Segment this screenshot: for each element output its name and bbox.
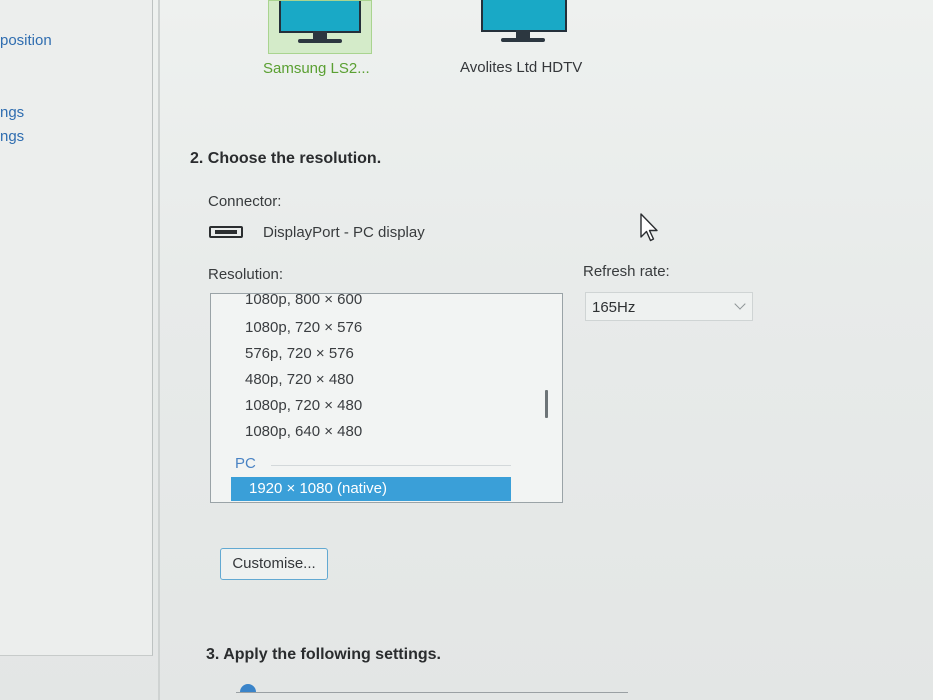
monitor-base (501, 38, 545, 42)
connector-value: DisplayPort - PC display (263, 224, 425, 241)
monitor-tile-avolites[interactable] (478, 0, 570, 52)
radio-icon[interactable] (240, 684, 256, 692)
nvidia-control-panel-page: position ngs ngs Samsung LS2... Avolites… (0, 0, 933, 700)
monitor-label-avolites[interactable]: Avolites Ltd HDTV (460, 59, 582, 76)
resolution-group-label: PC (235, 455, 256, 472)
customise-button[interactable]: Customise... (220, 548, 328, 580)
connector-label: Connector: (208, 193, 282, 210)
sidebar-link-settings-2[interactable]: ngs (0, 128, 24, 145)
refresh-rate-value: 165Hz (592, 299, 636, 316)
monitor-icon (279, 1, 361, 33)
sidebar: position ngs ngs (0, 0, 153, 656)
mouse-cursor-icon (640, 213, 658, 242)
sidebar-link-settings-1[interactable]: ngs (0, 104, 24, 121)
displayport-icon (209, 226, 243, 238)
resolution-item[interactable]: 1080p, 800 × 600 (245, 294, 362, 308)
monitor-stand (313, 31, 327, 39)
resolution-item[interactable]: 576p, 720 × 576 (245, 345, 354, 362)
group-divider (271, 465, 511, 466)
resolution-item[interactable]: 1080p, 640 × 480 (245, 423, 362, 440)
resolution-item-selected[interactable]: 1920 × 1080 (native) (231, 477, 511, 501)
resolution-list[interactable]: 1080p, 800 × 600 1080p, 720 × 576 576p, … (210, 293, 563, 503)
monitor-base (298, 39, 342, 43)
resolution-item[interactable]: 1080p, 720 × 576 (245, 319, 362, 336)
resolution-label: Resolution: (208, 266, 284, 283)
refresh-rate-label: Refresh rate: (583, 263, 670, 280)
section-heading-resolution: 2. Choose the resolution. (190, 150, 382, 167)
monitor-stand (516, 30, 530, 38)
list-scrollbar-thumb[interactable] (545, 390, 548, 418)
chevron-down-icon (734, 298, 746, 310)
sidebar-link-position[interactable]: position (0, 32, 52, 49)
pane-divider (158, 0, 160, 700)
monitor-icon (481, 0, 567, 32)
monitor-tile-samsung[interactable] (268, 0, 372, 54)
resolution-item[interactable]: 480p, 720 × 480 (245, 371, 354, 388)
section-heading-apply: 3. Apply the following settings. (206, 646, 441, 663)
refresh-rate-select[interactable]: 165Hz (585, 292, 753, 321)
section-divider (236, 692, 628, 693)
resolution-item[interactable]: 1080p, 720 × 480 (245, 397, 362, 414)
monitor-label-samsung[interactable]: Samsung LS2... (263, 60, 370, 77)
